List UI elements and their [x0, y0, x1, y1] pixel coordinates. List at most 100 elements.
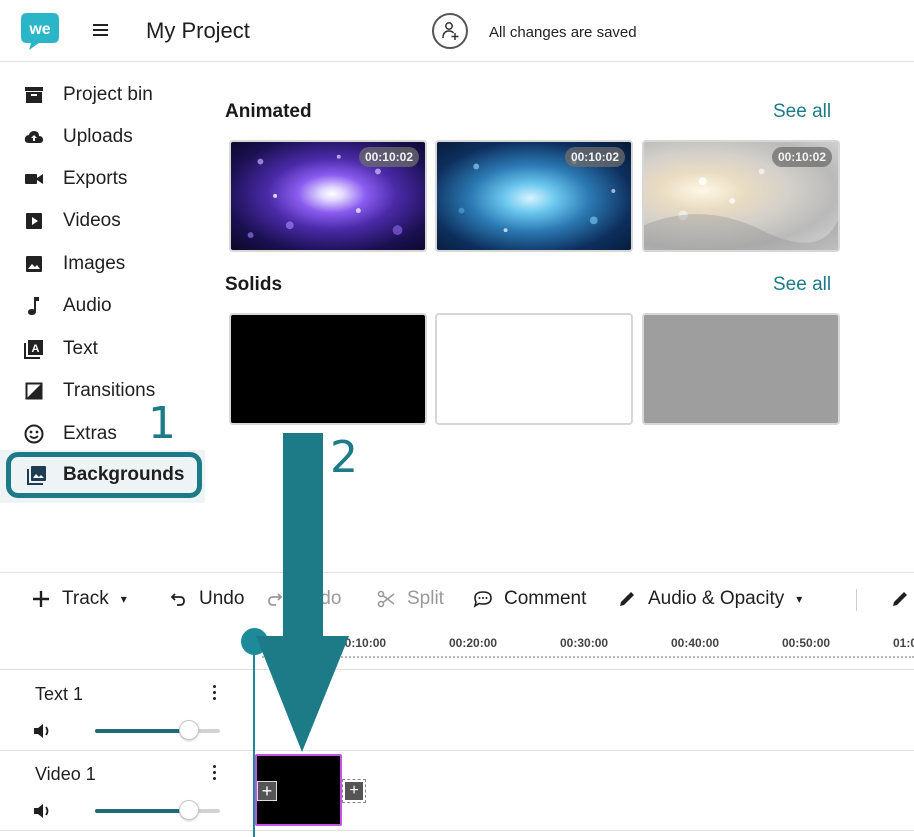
animated-background-thumb[interactable]: 00:10:02: [435, 140, 633, 252]
track-name-video-1[interactable]: Video 1: [35, 764, 96, 785]
sidebar-item-backgrounds[interactable]: Backgrounds: [6, 452, 202, 498]
sidebar-item-label: Audio: [63, 295, 112, 316]
animated-section-title: Animated: [225, 101, 312, 122]
plus-icon: [30, 590, 52, 608]
comment-label: Comment: [504, 588, 587, 609]
backgrounds-icon: [26, 465, 47, 486]
sidebar-item-label: Project bin: [63, 84, 153, 105]
split-button[interactable]: Split: [375, 573, 444, 625]
volume-icon[interactable]: [32, 802, 54, 820]
volume-slider[interactable]: [95, 800, 220, 820]
undo-button[interactable]: Undo: [167, 573, 244, 625]
redo-button[interactable]: Redo: [264, 573, 341, 625]
archive-icon: [23, 85, 44, 106]
animated-background-thumb[interactable]: 00:10:02: [642, 140, 840, 252]
scissors-icon: [375, 590, 397, 608]
solid-black-thumb[interactable]: [229, 313, 427, 425]
sidebar-item-label: Videos: [63, 210, 121, 231]
sidebar-item-project-bin[interactable]: Project bin: [0, 74, 205, 116]
pencil-icon: [889, 590, 911, 608]
sidebar-item-label: Exports: [63, 168, 128, 189]
audio-opacity-button[interactable]: Audio & Opacity ▾: [616, 573, 802, 625]
music-note-icon: [23, 296, 44, 317]
text-box-icon: A: [23, 339, 44, 360]
tick-label: 00:50:00: [782, 636, 831, 650]
duration-badge: 00:10:02: [358, 147, 419, 167]
solids-see-all-link[interactable]: See all: [773, 274, 831, 296]
duration-badge: 00:10:02: [564, 147, 625, 167]
play-box-icon: [23, 211, 44, 232]
image-icon: [23, 254, 44, 275]
sidebar-item-label: Text: [63, 338, 98, 359]
plus-icon: +: [345, 782, 363, 800]
project-title[interactable]: My Project: [146, 18, 250, 44]
tick-label: 01:00:00: [893, 636, 914, 650]
step-1-annotation: 1: [148, 398, 176, 449]
sidebar-item-uploads[interactable]: Uploads: [0, 116, 205, 158]
volume-slider[interactable]: [95, 720, 220, 740]
video-clip[interactable]: +: [255, 754, 342, 826]
sidebar-item-label: Backgrounds: [63, 464, 185, 485]
chevron-down-icon: ▾: [120, 592, 127, 606]
ruler-dots: [262, 656, 914, 658]
audio-opacity-label: Audio & Opacity: [648, 588, 785, 609]
track-menu-icon[interactable]: [213, 682, 217, 703]
solids-section-title: Solids: [225, 274, 283, 295]
sidebar-item-videos[interactable]: Videos: [0, 200, 205, 242]
track-divider: [0, 830, 914, 831]
split-label: Split: [407, 588, 444, 609]
animated-see-all-link[interactable]: See all: [773, 101, 831, 123]
video-camera-icon: [23, 169, 44, 190]
undo-icon: [167, 591, 189, 607]
svg-text:A: A: [31, 343, 39, 355]
comment-icon: [472, 590, 494, 608]
sidebar-item-label: Extras: [63, 423, 117, 444]
app-header: we My Project All changes are saved: [0, 0, 914, 62]
cloud-upload-icon: [23, 127, 44, 148]
playhead-handle[interactable]: [241, 628, 268, 655]
tick-label: 00:30:00: [560, 636, 609, 650]
sidebar-item-label: Images: [63, 253, 126, 274]
add-collaborator-button[interactable]: [432, 13, 468, 49]
solid-white-thumb[interactable]: [435, 313, 633, 425]
track-divider: [0, 750, 914, 751]
animated-background-thumb[interactable]: 00:10:02: [229, 140, 427, 252]
clip-add-before-icon[interactable]: +: [257, 781, 277, 801]
smiley-icon: [23, 424, 44, 445]
undo-label: Undo: [199, 588, 245, 609]
tick-label: 00:40:00: [671, 636, 720, 650]
volume-slider-fill: [95, 729, 189, 733]
sidebar-item-images[interactable]: Images: [0, 243, 205, 285]
volume-slider-handle[interactable]: [178, 720, 199, 740]
volume-slider-handle[interactable]: [178, 800, 199, 820]
transition-icon: [23, 381, 44, 402]
add-user-icon: [442, 22, 459, 40]
logo-text: we: [28, 21, 50, 38]
duration-badge: 00:10:02: [771, 147, 832, 167]
comment-button[interactable]: Comment: [472, 573, 586, 625]
add-track-label: Track: [62, 588, 109, 609]
save-status: All changes are saved: [489, 24, 637, 41]
volume-icon[interactable]: [32, 722, 54, 740]
sidebar-item-exports[interactable]: Exports: [0, 158, 205, 200]
track-menu-icon[interactable]: [213, 762, 217, 783]
add-track-button[interactable]: Track ▾: [30, 573, 127, 625]
weavideo-logo[interactable]: we: [19, 11, 61, 51]
track-name-text-1[interactable]: Text 1: [35, 684, 83, 705]
redo-icon: [264, 591, 286, 607]
track-divider: [0, 669, 914, 670]
pencil-icon: [616, 590, 638, 608]
timeline-ruler[interactable]: 00:00 00:10:00 00:20:00 00:30:00 00:40:0…: [250, 626, 914, 666]
sidebar-item-audio[interactable]: Audio: [0, 285, 205, 327]
sidebar-item-label: Uploads: [63, 126, 133, 147]
chevron-down-icon: ▾: [796, 592, 803, 606]
tick-label: 00:10:00: [338, 636, 387, 650]
edit-button[interactable]: [889, 573, 914, 625]
playhead-line: [253, 652, 255, 837]
solid-gray-thumb[interactable]: [642, 313, 840, 425]
tick-label: 00:20:00: [449, 636, 498, 650]
menu-icon[interactable]: [93, 21, 111, 41]
volume-slider-fill: [95, 809, 189, 813]
clip-add-after-button[interactable]: +: [342, 779, 366, 803]
sidebar-item-text[interactable]: A Text: [0, 328, 205, 370]
